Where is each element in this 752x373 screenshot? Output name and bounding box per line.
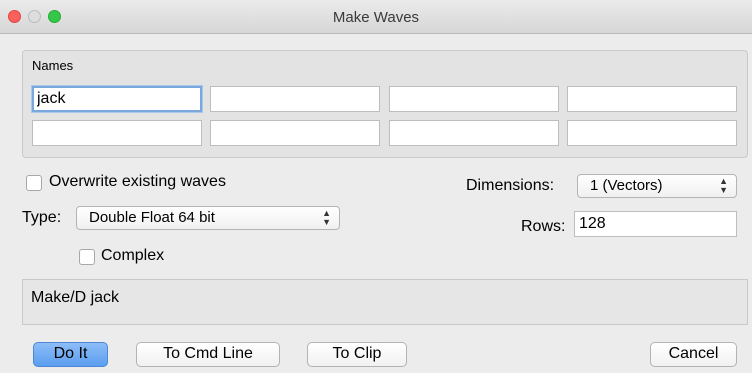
do-it-button[interactable]: Do It: [33, 342, 108, 367]
type-label: Type:: [22, 209, 62, 226]
overwrite-checkbox[interactable]: [26, 175, 42, 191]
cancel-button[interactable]: Cancel: [650, 342, 737, 367]
name-field-7[interactable]: [389, 120, 559, 146]
name-field-4[interactable]: [567, 86, 737, 112]
command-preview: Make/D jack: [22, 279, 748, 325]
type-value: Double Float 64 bit: [89, 209, 215, 226]
name-field-8[interactable]: [567, 120, 737, 146]
overwrite-label: Overwrite existing waves: [49, 173, 226, 190]
title-bar: Make Waves: [0, 0, 752, 34]
rows-field[interactable]: 128: [574, 211, 737, 237]
names-label: Names: [32, 58, 74, 73]
name-field-2[interactable]: [210, 86, 380, 112]
name-field-1[interactable]: [32, 86, 202, 112]
dimensions-value: 1 (Vectors): [590, 177, 663, 194]
complex-checkbox[interactable]: [79, 249, 95, 265]
complex-label: Complex: [101, 247, 165, 264]
name-field-5[interactable]: [32, 120, 202, 146]
dimensions-popup[interactable]: 1 (Vectors) ▲ ▼: [577, 174, 737, 198]
to-clip-button[interactable]: To Clip: [307, 342, 407, 367]
popup-arrows-icon: ▲ ▼: [322, 208, 331, 227]
dimensions-label: Dimensions:: [466, 177, 555, 194]
window-title: Make Waves: [332, 9, 420, 26]
type-popup[interactable]: Double Float 64 bit ▲ ▼: [76, 206, 340, 230]
popup-arrows-icon: ▲ ▼: [719, 176, 728, 195]
to-cmd-line-button[interactable]: To Cmd Line: [136, 342, 280, 367]
name-field-6[interactable]: [210, 120, 380, 146]
name-field-3[interactable]: [389, 86, 559, 112]
rows-label: Rows:: [521, 218, 566, 235]
